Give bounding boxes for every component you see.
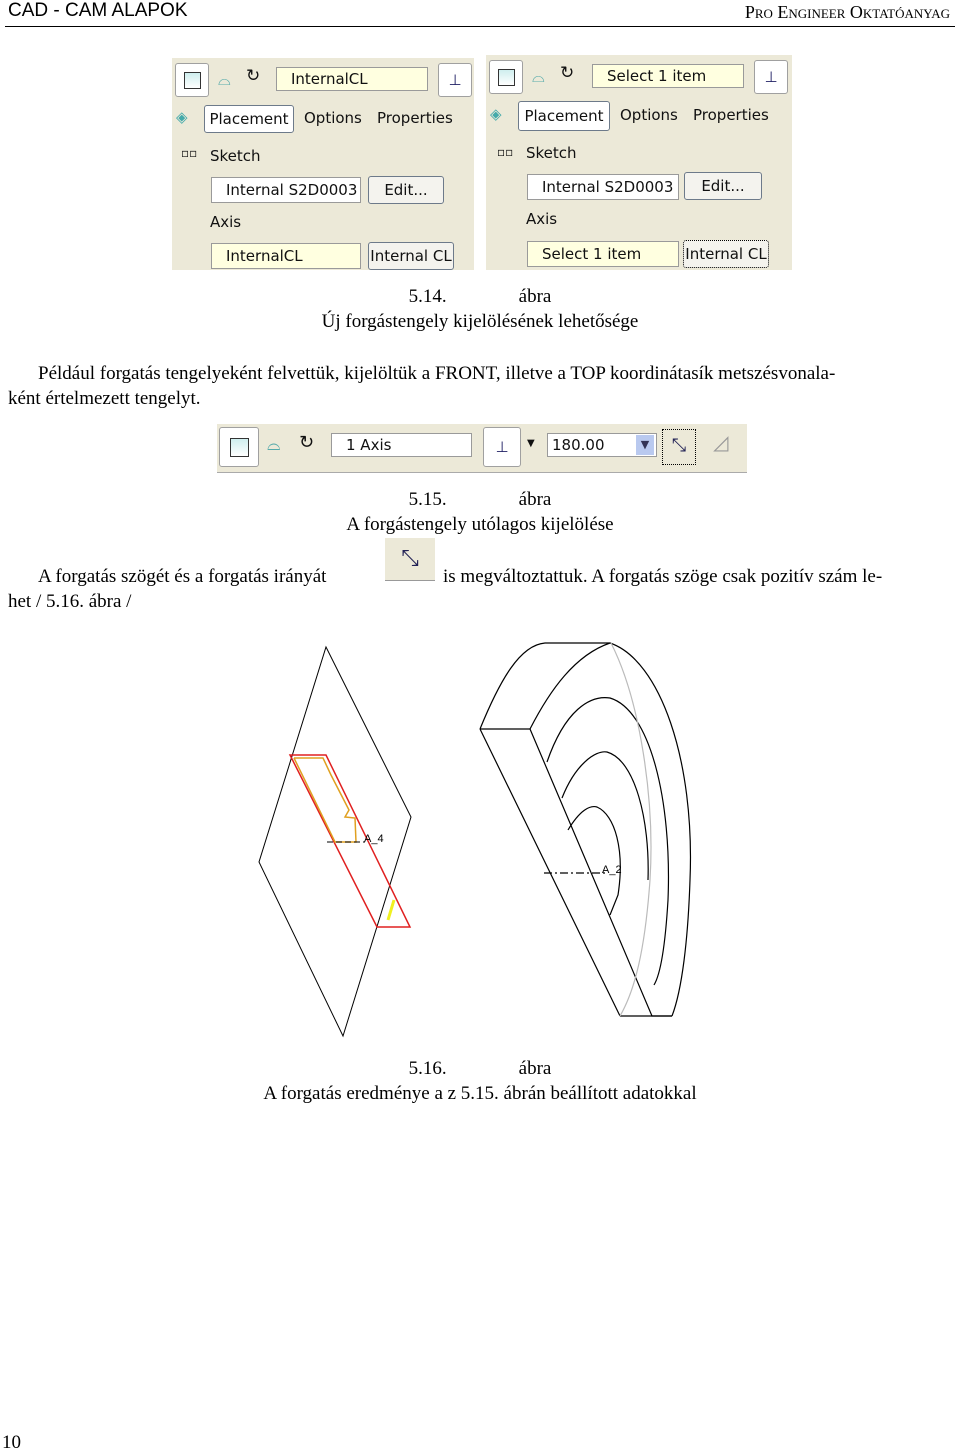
inner-outer-arc (529, 642, 611, 730)
step-arc-1 (546, 697, 670, 986)
sketch-section-red (288, 754, 412, 928)
axis-label-a2: A_2 (602, 864, 622, 876)
axis-label-a4: A_4 (364, 833, 384, 845)
hub-arc (567, 805, 621, 916)
figure-number: 5.16. (408, 1058, 447, 1079)
outer-arc (479, 642, 692, 1017)
highlight-yellow (386, 899, 396, 921)
revolve-result-drawing: A_4 A_2 (258, 642, 692, 1038)
figure-word: ábra (518, 1058, 552, 1079)
step-arc-2 (561, 751, 649, 881)
revolved-part-view (479, 642, 692, 1017)
figure-516-caption: A forgatás eredménye a z 5.15. ábrán beá… (263, 1083, 697, 1104)
ghost-arc (610, 642, 652, 1017)
figure-516-number: 5.16. ábra (0, 1058, 960, 1080)
document-page: CAD - CAM ALAPOK Pro Engineer Oktatóanya… (0, 0, 960, 1452)
sketch-plane-view (258, 645, 412, 1038)
page-number: 10 (2, 1432, 21, 1452)
sketch-profile-orange (293, 757, 357, 843)
